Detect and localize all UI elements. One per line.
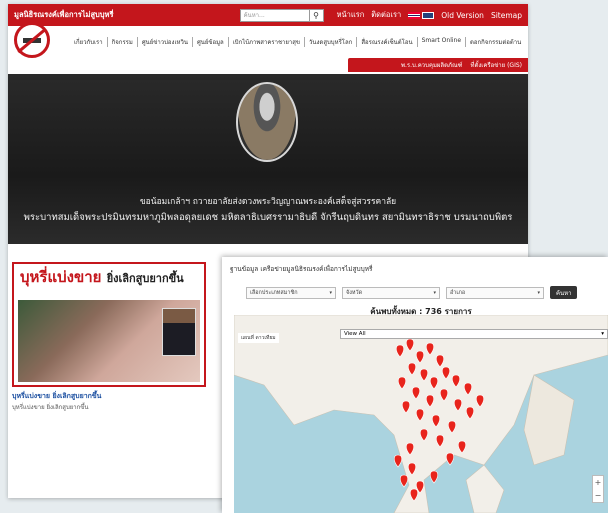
land-south xyxy=(465,464,505,513)
menu-item-media[interactable]: สื่อรณรงค์เซ็นต์โอน xyxy=(357,37,418,47)
news-card-title-main: บุหรี่แบ่งขาย xyxy=(20,268,102,286)
panel-title: ฐานข้อมูล เครือข่ายมูลนิธิรณรงค์เพื่อการ… xyxy=(230,265,373,273)
sub-bar: พ.ร.บ.ควบคุมผลิตภัณฑ์ ที่ตั้งเครือข่าย (… xyxy=(348,58,528,72)
province-value: จังหวัด xyxy=(346,289,363,296)
province-select[interactable]: จังหวัด ▾ xyxy=(342,286,440,299)
zoom-in-button[interactable]: + xyxy=(595,478,602,487)
filter-row: เลือกประเภทสมาชิก ▾ จังหวัด ▾ อำเภอ ▾ ค้นหา xyxy=(222,274,608,299)
top-bar: มูลนิธิรณรงค์เพื่อการไม่สูบบุหรี่ ค้นหา.… xyxy=(8,4,528,26)
map-pin-icon[interactable] xyxy=(445,452,455,466)
mourning-banner: ขอน้อมเกล้าฯ ถวายอาลัยส่งดวงพระวิญญาณพระ… xyxy=(8,74,528,244)
menu-item-news[interactable]: ศูนย์ข่าวบ่องเหวิน xyxy=(138,37,193,47)
district-select[interactable]: อำเภอ ▾ xyxy=(446,286,544,299)
map-type-map[interactable]: แผนที่ xyxy=(241,335,254,341)
news-card-caption[interactable]: บุหรี่แบ่งขาย ยิ่งเลิกสูบยากขึ้น xyxy=(12,391,101,402)
menu-item-about[interactable]: เกี่ยวกับเรา xyxy=(70,37,108,47)
old-version-link[interactable]: Old Version xyxy=(441,11,484,20)
menu-bar: เกี่ยวกับเรา กิจกรรม ศูนย์ข่าวบ่องเหวิน … xyxy=(70,37,525,47)
member-type-select[interactable]: เลือกประเภทสมาชิก ▾ xyxy=(246,286,336,299)
royal-portrait xyxy=(236,82,298,162)
no-smoking-logo-icon[interactable] xyxy=(14,22,50,58)
land-east xyxy=(523,374,575,466)
tobacco-act-link[interactable]: พ.ร.บ.ควบคุมผลิตภัณฑ์ xyxy=(401,60,462,70)
news-card-title: บุหรี่แบ่งขาย ยิ่งเลิกสูบยากขึ้น xyxy=(14,264,204,292)
map-canvas xyxy=(234,315,608,513)
banner-line-2: พระบาทสมเด็จพระปรมินทรมหาภูมิพลอดุลยเดช … xyxy=(23,212,513,223)
network-map-panel: ฐานข้อมูล เครือข่ายมูลนิธิรณรงค์เพื่อการ… xyxy=(222,257,608,513)
uk-flag-icon[interactable] xyxy=(422,11,435,19)
menu-item-info[interactable]: ศูนย์ข้อมูล xyxy=(193,37,229,47)
news-card-title-sub: ยิ่งเลิกสูบยากขึ้น xyxy=(106,272,184,285)
map-pin-icon[interactable] xyxy=(429,470,439,484)
brand-name: มูลนิธิรณรงค์เพื่อการไม่สูบบุหรี่ xyxy=(14,10,114,19)
map-pin-icon[interactable] xyxy=(399,474,409,488)
chevron-down-icon: ▾ xyxy=(601,331,604,337)
map-type-satellite[interactable]: ดาวเทียม xyxy=(255,335,275,341)
map-pin-icon[interactable] xyxy=(393,454,403,468)
menu-item-campaign[interactable]: ดอกกิจกรรมต่อต้าน xyxy=(466,37,525,47)
news-card[interactable]: บุหรี่แบ่งขาย ยิ่งเลิกสูบยากขึ้น xyxy=(12,262,206,387)
district-value: อำเภอ xyxy=(450,289,466,296)
search-button[interactable]: ค้นหา xyxy=(550,286,578,299)
view-all-select[interactable]: View All ▾ xyxy=(340,329,608,339)
banner-line-1: ขอน้อมเกล้าฯ ถวายอาลัยส่งดวงพระวิญญาณพระ… xyxy=(139,197,397,207)
chevron-down-icon: ▾ xyxy=(537,289,540,296)
news-card-photo xyxy=(18,300,200,382)
map-type-control[interactable]: แผนที่ ดาวเทียม xyxy=(238,333,279,343)
menu-item-pictures[interactable]: เบิกไบ้ภาพสาคราชายาสุข xyxy=(229,37,306,47)
menu-item-activities[interactable]: กิจกรรม xyxy=(108,37,138,47)
view-all-value: View All xyxy=(344,331,366,337)
menu-item-smart-online[interactable]: Smart Online xyxy=(418,37,467,47)
chevron-down-icon: ▾ xyxy=(329,289,332,296)
chevron-down-icon: ▾ xyxy=(433,289,436,296)
menu-item-world-no-tobacco-day[interactable]: วันงดสูบบุหรี่โลก xyxy=(305,37,358,47)
main-nav: เกี่ยวกับเรา กิจกรรม ศูนย์ข่าวบ่องเหวิน … xyxy=(8,22,528,58)
news-card-subtitle: บุหรี่แบ่งขาย ยิ่งเลิกสูบยากขึ้น xyxy=(12,404,89,411)
zoom-out-button[interactable]: − xyxy=(595,491,602,500)
member-type-value: เลือกประเภทสมาชิก xyxy=(250,289,298,296)
sitemap-link[interactable]: Sitemap xyxy=(491,11,522,20)
search-input[interactable]: ค้นหา... xyxy=(239,8,310,22)
search-icon[interactable]: ⚲ xyxy=(309,8,324,22)
speaker-photo xyxy=(162,308,196,356)
network-gis-link[interactable]: ที่ตั้งเครือข่าย (GIS) xyxy=(471,60,522,70)
contact-link[interactable]: ติดต่อเรา xyxy=(371,9,401,21)
zoom-control[interactable]: + − xyxy=(592,475,604,503)
network-map[interactable]: แผนที่ ดาวเทียม View All ▾ + − xyxy=(234,315,608,513)
thai-flag-icon[interactable] xyxy=(408,11,421,19)
home-link[interactable]: หน้าแรก xyxy=(337,9,365,21)
